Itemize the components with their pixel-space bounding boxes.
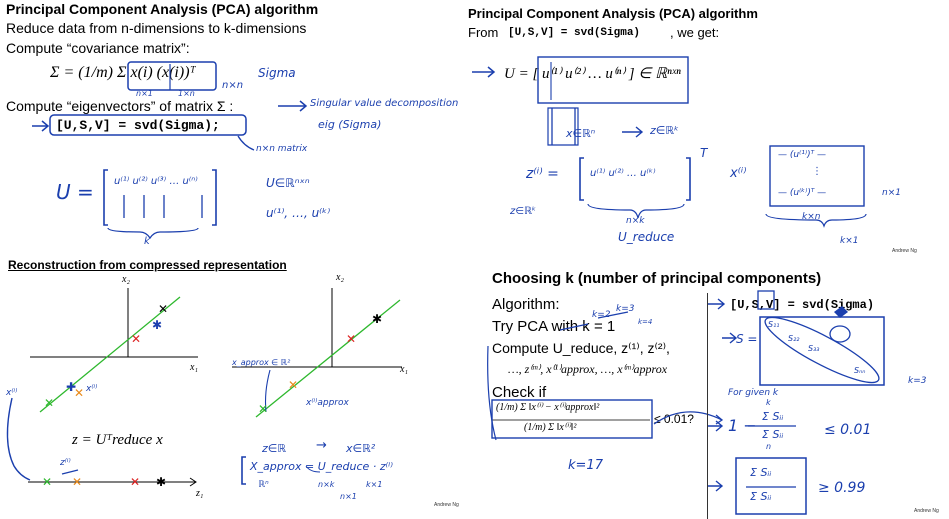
ink-k: k: [144, 236, 150, 247]
credit: Andrew Ng: [892, 248, 917, 254]
ink-u-list: u⁽¹⁾, …, u⁽ᵏ⁾: [266, 206, 331, 220]
ink-kx1: k×1: [366, 480, 383, 489]
marker: ✕: [158, 302, 169, 316]
axis-z1: z₁: [196, 488, 204, 499]
marker: ✕: [288, 378, 299, 392]
ink-1xn: 1×n: [178, 89, 195, 98]
ink-x-i-left: x⁽ⁱ⁾: [6, 388, 18, 398]
ink-nx1: n×1: [340, 492, 357, 501]
ink-x-i-arrow: x⁽ⁱ⁾: [86, 384, 98, 394]
ink-z-in-Rk: z∈ℝᵏ: [650, 124, 679, 137]
credit: Andrew Ng: [434, 502, 459, 508]
marker: ✚: [66, 380, 77, 394]
ink-eig: eig (Sigma): [318, 118, 382, 131]
ink-row-1: — (u⁽¹⁾)ᵀ —: [778, 150, 826, 160]
ink-U-in-R: U∈ℝⁿˣⁿ: [266, 176, 310, 190]
ink-sigma-label: Sigma: [258, 66, 296, 80]
axis-x1-right: x₁: [400, 364, 408, 375]
ink-x-in-Rn: x∈ℝⁿ: [566, 127, 596, 140]
marker: ✱: [372, 312, 383, 326]
vertical-divider: [707, 293, 708, 519]
ink-S-equals: S =: [736, 332, 758, 346]
credit: Andrew Ng: [914, 508, 939, 514]
ink-k17: k=17: [568, 458, 603, 473]
panel-bottom-left: Reconstruction from compressed represent…: [0, 252, 470, 519]
ink-sum-num: Σ Sᵢᵢ: [762, 410, 784, 423]
ink-s33: S₃₃: [808, 344, 820, 353]
ink-z-i: z⁽ⁱ⁾: [60, 458, 71, 468]
ink-nx1: n×1: [136, 89, 153, 98]
ink-transpose: T: [700, 146, 708, 160]
marker: ✱: [152, 318, 163, 332]
ink-sum-den-2: Σ Sᵢᵢ: [750, 490, 772, 503]
ink-k3: k=3: [616, 304, 635, 314]
ink-nxn-matrix: n×n matrix: [256, 144, 308, 154]
ink-Rn: ℝⁿ: [258, 480, 269, 490]
ink-k-equals-3: k=3: [908, 376, 927, 386]
ink-z-in-Rk-2: z∈ℝᵏ: [510, 206, 537, 217]
ink-reconstruction-eq: X_approx = U_reduce · z⁽ⁱ⁾: [250, 460, 393, 473]
panel-bottom-right: Choosing k (number of principal componen…: [478, 262, 949, 519]
top-left-ink: [32, 61, 308, 240]
ink-x-i: x⁽ⁱ⁾: [730, 166, 747, 181]
ink-xapprox-in: x_approx ∈ ℝ²: [232, 358, 291, 367]
ink-z-equals: z⁽ⁱ⁾ =: [526, 166, 559, 182]
ink-k-top: k: [766, 398, 771, 407]
marker: ✕: [346, 332, 357, 346]
ink-leq: ≤ 0.01: [824, 422, 872, 438]
marker: ✕: [42, 475, 53, 489]
axis-x2-right: x₂: [336, 272, 344, 283]
ink-z-in-R: z∈ℝ: [262, 442, 287, 455]
ink-x-in-R2: x∈ℝ²: [346, 442, 376, 455]
ink-sum-num-2: Σ Sᵢᵢ: [750, 466, 772, 479]
ink-xapprox: x⁽ⁱ⁾approx: [306, 398, 349, 408]
marker: ✱: [156, 475, 167, 489]
ink-arrow: →: [316, 438, 327, 453]
ink-sum-den: Σ Sᵢᵢ: [762, 428, 784, 441]
choosing-k-ink: [487, 290, 885, 515]
ink-kxn: k×n: [802, 212, 821, 222]
panel-top-left: Principal Component Analysis (PCA) algor…: [0, 0, 470, 250]
ink-k2: k=2: [592, 310, 611, 320]
z-formula: z = Uᵀreduce x: [72, 432, 163, 448]
ink-svd-note: Singular value decomposition: [310, 98, 459, 109]
panel-top-right: Principal Component Analysis (PCA) algor…: [460, 0, 949, 258]
ink-row-k: — (u⁽ᵏ⁾)ᵀ —: [778, 188, 827, 198]
ink-one-minus: 1 −: [728, 416, 757, 435]
ink-snn: Sₙₙ: [854, 366, 866, 375]
ink-for-given-k: For given k: [728, 388, 779, 398]
ink-U-equals: U =: [56, 180, 94, 204]
ink-nxk: n×k: [626, 216, 645, 226]
ink-kx1: k×1: [840, 236, 859, 246]
ink-row-dots: ⋮: [812, 166, 822, 177]
ink-nx1: n×1: [882, 188, 901, 198]
ink-ureduce: U_reduce: [618, 230, 675, 244]
marker: ✕: [258, 402, 269, 416]
marker: ✕: [131, 332, 142, 346]
top-right-ink: [472, 56, 867, 228]
ink-nxn: n×n: [222, 80, 244, 91]
ink-n-bot: n: [766, 442, 772, 451]
ink-geq: ≥ 0.99: [818, 480, 866, 496]
marker: ✕: [72, 475, 83, 489]
ink-s11: S₁₁: [768, 320, 780, 329]
ink-u-columns: u⁽¹⁾ u⁽²⁾ u⁽³⁾ … u⁽ⁿ⁾: [114, 176, 198, 187]
ink-k4: k=4: [638, 318, 653, 326]
ink-u-columns: u⁽¹⁾ u⁽²⁾ … u⁽ᵏ⁾: [590, 168, 656, 179]
ink-nxk: n×k: [318, 480, 335, 489]
axis-x1-left: x₁: [190, 362, 198, 373]
ink-s22: S₂₂: [788, 334, 800, 343]
marker: ✕: [44, 396, 55, 410]
marker: ✕: [130, 475, 141, 489]
axis-x2-left: x₂: [122, 274, 130, 285]
